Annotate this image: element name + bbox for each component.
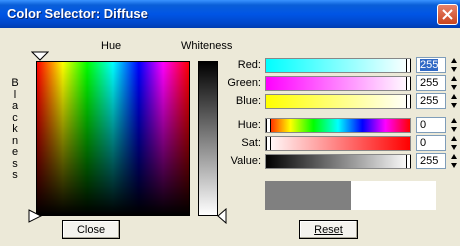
sat-label: Sat:: [241, 137, 261, 149]
spinner-arrows-icon[interactable]: [450, 153, 458, 169]
blue-slider[interactable]: [265, 94, 411, 109]
whiteness-marker-icon[interactable]: [217, 208, 227, 224]
value-slider[interactable]: [265, 154, 411, 169]
value-spinner[interactable]: 255: [416, 153, 446, 169]
spinner-arrows-icon[interactable]: [450, 57, 458, 73]
close-button[interactable]: Close: [62, 220, 120, 239]
sat-spinner[interactable]: 0: [416, 135, 446, 151]
red-slider[interactable]: [265, 58, 411, 73]
hue-axis-label: Hue: [101, 40, 122, 52]
hue-label: Hue:: [237, 119, 261, 131]
hue-spinner[interactable]: 0: [416, 117, 446, 133]
saturation-slider[interactable]: [265, 136, 411, 151]
spinner-arrows-icon[interactable]: [450, 117, 458, 133]
hue-slider[interactable]: [265, 118, 411, 133]
spinner-arrows-icon[interactable]: [450, 93, 458, 109]
dialog-body: Hue Whiteness B l a c k n e s s Close Re…: [3, 28, 457, 246]
current-color-swatch: [351, 181, 436, 210]
blackness-marker-icon[interactable]: [28, 209, 42, 223]
green-spinner[interactable]: 255: [416, 75, 446, 91]
spinner-arrows-icon[interactable]: [450, 135, 458, 151]
blackness-label: B l a c k n e s s: [11, 77, 19, 181]
spinner-arrows-icon[interactable]: [450, 75, 458, 91]
whiteness-label: Whiteness: [181, 40, 233, 52]
green-label: Green:: [227, 77, 261, 89]
close-icon: [442, 9, 453, 20]
reset-button[interactable]: Reset: [299, 220, 358, 239]
original-color-swatch: [265, 181, 351, 210]
hue-blackness-spectrum[interactable]: [36, 61, 190, 216]
value-label: Value:: [230, 155, 261, 167]
title-bar[interactable]: Color Selector: Diffuse: [0, 0, 460, 28]
blue-label: Blue:: [235, 95, 261, 107]
green-slider[interactable]: [265, 76, 411, 91]
window-close-button[interactable]: [437, 4, 458, 25]
color-selector-window: Color Selector: Diffuse Hue Whiteness B …: [0, 0, 460, 246]
red-label: Red:: [237, 59, 261, 71]
hue-marker-icon[interactable]: [31, 51, 49, 61]
red-spinner[interactable]: 255: [416, 57, 446, 73]
blue-spinner[interactable]: 255: [416, 93, 446, 109]
window-title: Color Selector: Diffuse: [7, 6, 148, 21]
